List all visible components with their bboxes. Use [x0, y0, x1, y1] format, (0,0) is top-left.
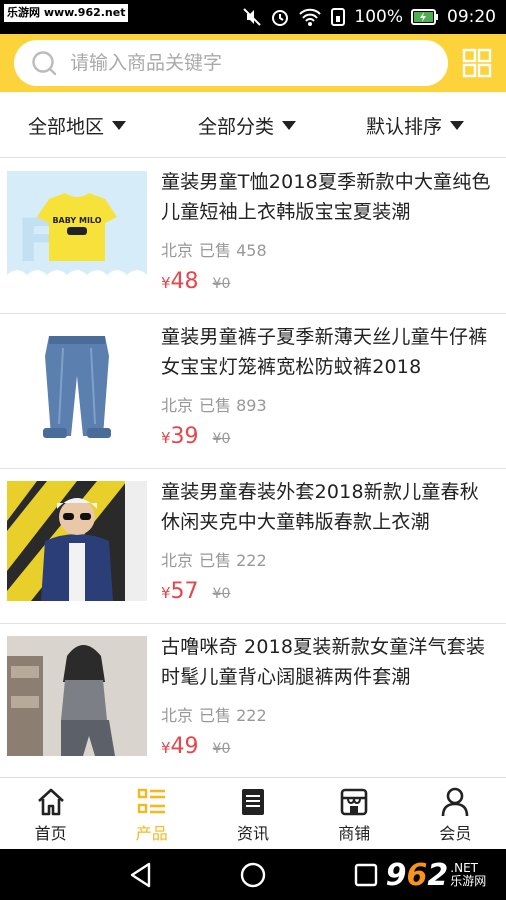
tab-products-label: 产品 — [135, 824, 168, 843]
filter-region[interactable]: 全部地区 — [28, 92, 127, 158]
price-row: ¥49 ¥0 — [161, 734, 230, 759]
news-icon — [242, 789, 264, 815]
system-nav-bar: 962 .NET 乐游网 — [0, 849, 506, 900]
brand-number: 962 — [385, 857, 449, 893]
shop-icon — [340, 788, 368, 816]
product-location: 北京 — [161, 241, 194, 260]
search-input[interactable] — [70, 52, 410, 74]
product-sold: 已售 458 — [199, 241, 267, 260]
price-row: ¥48 ¥0 — [161, 269, 230, 294]
product-original-price: ¥0 — [212, 431, 231, 447]
clock: 09:20 — [447, 7, 496, 27]
product-title[interactable]: 童装男童T恤2018夏季新款中大童纯色儿童短袖上衣韩版宝宝夏装潮 — [161, 167, 491, 227]
product-original-price: ¥0 — [212, 741, 231, 757]
search-icon — [32, 51, 57, 76]
search-box[interactable] — [14, 40, 448, 86]
back-icon[interactable] — [127, 861, 155, 889]
list-icon — [137, 788, 165, 814]
home-button-icon[interactable] — [239, 861, 267, 889]
product-title[interactable]: 童装男童春装外套2018新款儿童春秋休闲夹克中大童韩版春款上衣潮 — [161, 477, 491, 537]
product-sold: 已售 222 — [199, 551, 267, 570]
product-location: 北京 — [161, 706, 194, 725]
product-item[interactable]: 童装男童裤子夏季新薄天丝儿童牛仔裤女宝宝灯笼裤宽松防蚊裤2018 北京 已售 89… — [0, 314, 506, 469]
price-row: ¥57 ¥0 — [161, 579, 230, 604]
alarm-icon — [272, 10, 289, 26]
product-title[interactable]: 童装男童裤子夏季新薄天丝儿童牛仔裤女宝宝灯笼裤宽松防蚊裤2018 — [161, 322, 491, 382]
product-title[interactable]: 古噜咪奇 2018夏装新款女童洋气套装时髦儿童背心阔腿裤两件套潮 — [161, 632, 491, 692]
tab-home[interactable]: 首页 — [0, 778, 101, 849]
mute-icon — [243, 8, 262, 26]
product-meta: 北京 已售 222 — [161, 547, 273, 571]
product-location: 北京 — [161, 551, 194, 570]
product-image[interactable] — [7, 326, 147, 446]
product-sold: 已售 893 — [199, 396, 267, 415]
product-list: FA BABY MILO 童装男童T恤2018夏季新款中大童纯色儿童短袖上衣韩版… — [0, 159, 506, 779]
product-meta: 北京 已售 458 — [161, 237, 273, 261]
brand-watermark: 962 .NET 乐游网 — [370, 853, 502, 897]
filter-bar: 全部地区 全部分类 默认排序 — [0, 92, 506, 158]
tab-shops[interactable]: 商铺 — [304, 778, 405, 849]
product-sold: 已售 222 — [199, 706, 267, 725]
battery-percent: 100% — [354, 7, 403, 27]
filter-sort-label: 默认排序 — [366, 115, 443, 138]
product-item[interactable]: 古噜咪奇 2018夏装新款女童洋气套装时髦儿童背心阔腿裤两件套潮 北京 已售 22… — [0, 624, 506, 779]
product-price: ¥57 — [161, 579, 199, 604]
product-original-price: ¥0 — [212, 276, 231, 292]
shirt-print-text: BABY MILO — [52, 216, 101, 225]
product-price: ¥48 — [161, 269, 199, 294]
filter-category[interactable]: 全部分类 — [198, 92, 297, 158]
product-original-price: ¥0 — [212, 586, 231, 602]
product-meta: 北京 已售 222 — [161, 702, 273, 726]
tab-news-label: 资讯 — [237, 824, 270, 843]
product-meta: 北京 已售 893 — [161, 392, 273, 416]
caret-down-icon — [450, 120, 465, 130]
product-image[interactable] — [7, 636, 147, 756]
search-header — [0, 34, 506, 92]
product-item[interactable]: FA BABY MILO 童装男童T恤2018夏季新款中大童纯色儿童短袖上衣韩版… — [0, 159, 506, 314]
caret-down-icon — [112, 120, 127, 130]
product-location: 北京 — [161, 396, 194, 415]
tab-products[interactable]: 产品 — [101, 778, 202, 849]
product-price: ¥49 — [161, 734, 199, 759]
grid-view-icon[interactable] — [462, 48, 492, 78]
wifi-icon — [299, 8, 322, 26]
tab-shops-label: 商铺 — [338, 824, 371, 843]
battery-icon — [411, 9, 438, 25]
filter-category-label: 全部分类 — [198, 115, 275, 138]
tab-home-label: 首页 — [34, 824, 67, 843]
user-icon — [442, 787, 469, 817]
product-image[interactable] — [7, 481, 147, 601]
product-item[interactable]: 童装男童春装外套2018新款儿童春秋休闲夹克中大童韩版春款上衣潮 北京 已售 22… — [0, 469, 506, 624]
product-price: ¥39 — [161, 424, 199, 449]
home-icon — [37, 788, 64, 816]
watermark-badge: 乐游网 www.962.net — [4, 4, 129, 22]
brand-net-label: .NET 乐游网 — [450, 861, 487, 888]
product-image[interactable]: FA BABY MILO — [7, 171, 147, 291]
status-bar: 乐游网 www.962.net 100% 09:20 — [0, 0, 506, 34]
sim-icon — [331, 8, 346, 26]
tab-member[interactable]: 会员 — [405, 778, 506, 849]
tab-news[interactable]: 资讯 — [202, 778, 303, 849]
price-row: ¥39 ¥0 — [161, 424, 230, 449]
caret-down-icon — [282, 120, 297, 130]
bottom-tab-bar: 首页 产品 资讯 商铺 会员 — [0, 777, 506, 849]
tab-member-label: 会员 — [439, 824, 472, 843]
filter-region-label: 全部地区 — [28, 115, 105, 138]
status-icons: 100% 09:20 — [242, 0, 496, 34]
filter-sort[interactable]: 默认排序 — [366, 92, 465, 158]
